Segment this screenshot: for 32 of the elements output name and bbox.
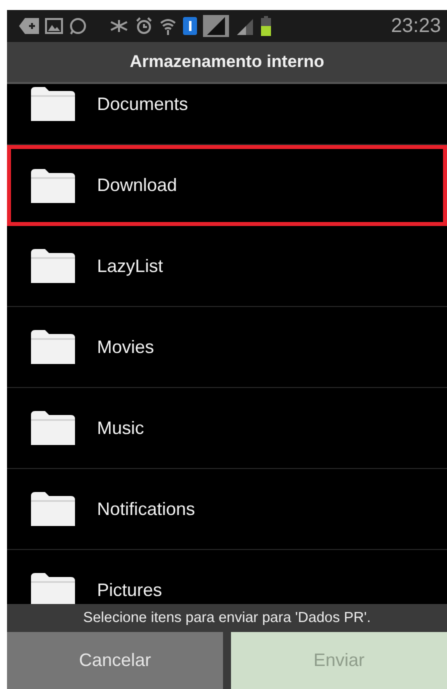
cancel-button[interactable]: Cancelar — [7, 632, 223, 689]
alarm-icon — [135, 17, 153, 35]
folder-item[interactable]: Download — [7, 145, 447, 226]
folder-item[interactable]: LazyList — [7, 226, 447, 307]
folder-name: LazyList — [97, 256, 164, 276]
folder-name: Documents — [97, 94, 188, 114]
image-icon — [45, 18, 63, 34]
folder-name: Notifications — [97, 498, 196, 520]
battery-icon — [261, 16, 271, 36]
clock-time: 23:23 — [390, 14, 441, 38]
signal-icon — [203, 15, 229, 37]
folder-item[interactable]: Notifications — [7, 469, 447, 550]
add-icon — [19, 18, 39, 34]
folder-icon — [31, 330, 75, 364]
folder-name: Music — [97, 418, 144, 438]
wifi-icon — [159, 17, 177, 35]
folder-name: Movies — [97, 336, 154, 358]
folder-item[interactable]: Documents — [7, 84, 447, 145]
folder-name: Download — [97, 175, 178, 196]
folder-icon — [31, 87, 75, 121]
folder-icon — [31, 492, 75, 526]
instruction-text: Selecione itens para enviar para 'Dados PR'. — [83, 610, 371, 626]
folder-icon — [31, 168, 75, 202]
folder-icon — [31, 411, 75, 445]
folder-item[interactable]: Music — [7, 388, 447, 469]
signal-icon — [235, 17, 255, 35]
folder-icon — [31, 249, 75, 283]
folder-name: Pictures — [97, 580, 162, 600]
folder-item[interactable]: Movies — [7, 307, 447, 388]
sim-icon — [183, 17, 197, 35]
folder-icon — [31, 573, 75, 604]
dialog-title: Armazenamento interno — [130, 52, 324, 72]
